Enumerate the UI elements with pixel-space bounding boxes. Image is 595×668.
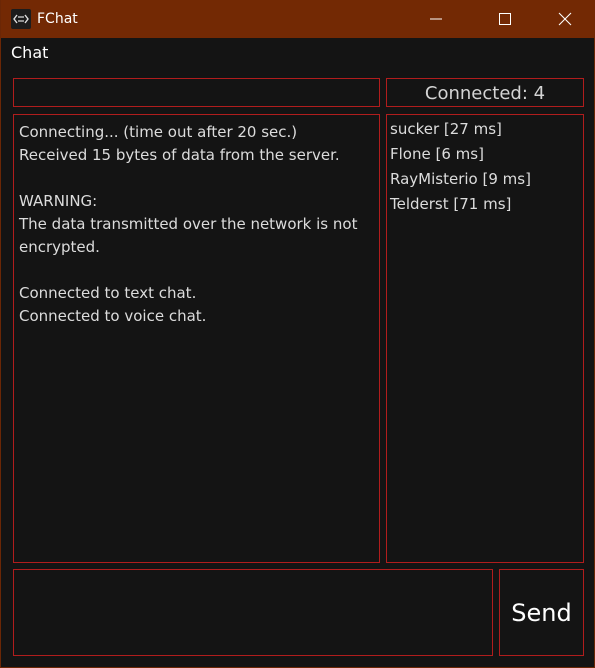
maximize-button[interactable] [482,0,528,38]
menu-item-chat[interactable]: Chat [11,43,48,63]
log-line: Received 15 bytes of data from the serve… [19,146,340,164]
app-window: FChat Chat Connected: 4 Connecting... (t… [0,0,595,668]
connected-count-label: Connected: 4 [424,83,546,104]
maximize-icon [499,13,511,25]
minimize-icon [430,18,442,20]
top-input-field[interactable] [13,78,380,107]
log-line: Connected to text chat. [19,284,197,302]
title-bar[interactable]: FChat [1,0,595,38]
send-button[interactable]: Send [499,569,584,656]
user-list[interactable]: sucker [27 ms] Flone [6 ms] RayMisterio … [386,114,584,563]
user-list-item[interactable]: Flone [6 ms] [390,142,580,167]
chat-log[interactable]: Connecting... (time out after 20 sec.) R… [13,114,380,563]
user-list-item[interactable]: RayMisterio [9 ms] [390,167,580,192]
message-input[interactable] [13,569,493,656]
log-line: The data transmitted over the network is… [19,215,358,256]
chat-app-icon [11,9,31,29]
user-list-item[interactable]: sucker [27 ms] [390,117,580,142]
send-button-label: Send [511,599,572,627]
minimize-button[interactable] [413,0,459,38]
connected-count-panel: Connected: 4 [386,78,584,107]
log-line: WARNING: [19,192,98,210]
log-line: Connecting... (time out after 20 sec.) [19,123,298,141]
close-icon [558,12,572,26]
window-title: FChat [37,11,78,27]
log-line: Connected to voice chat. [19,307,207,325]
close-button[interactable] [542,0,588,38]
menu-bar: Chat [1,38,595,68]
user-list-item[interactable]: Telderst [71 ms] [390,192,580,217]
